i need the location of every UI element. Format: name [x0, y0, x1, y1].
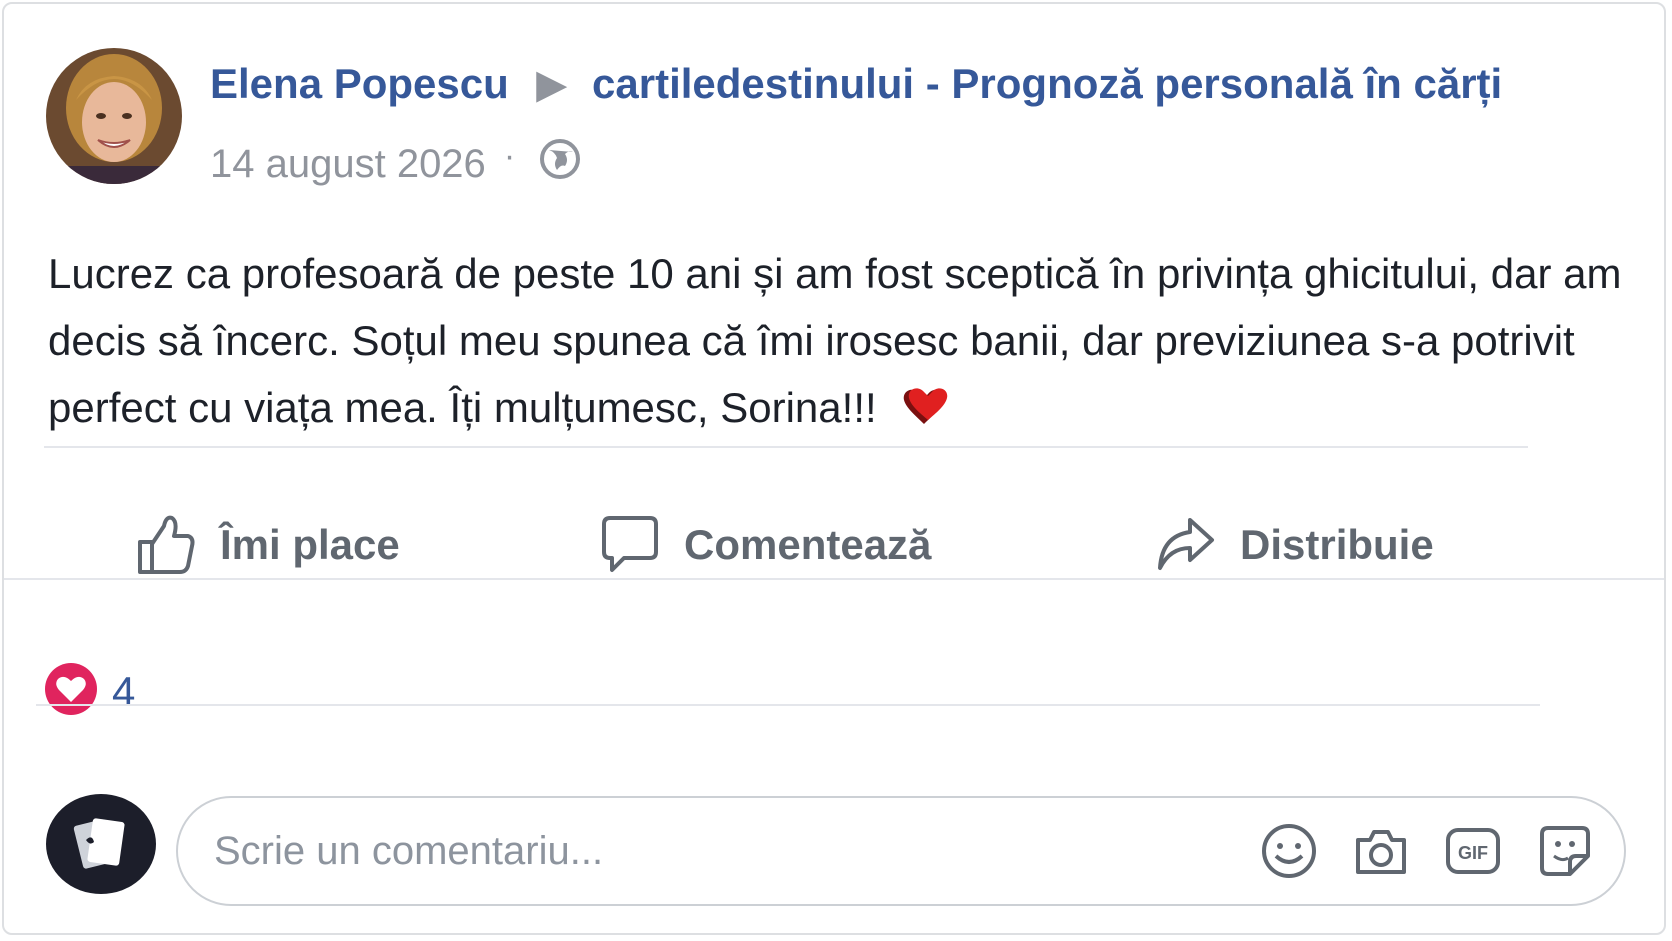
like-label: Îmi place	[220, 521, 400, 568]
emoji-icon[interactable]	[1260, 822, 1318, 880]
post-header: Elena Popescu ▶ cartiledestinului - Prog…	[210, 60, 1502, 108]
divider	[36, 704, 1540, 706]
comment-composer: GIF	[176, 796, 1626, 906]
comment-label: Comentează	[684, 521, 932, 568]
share-arrow-icon	[1158, 518, 1214, 570]
divider	[44, 446, 1528, 448]
svg-text:GIF: GIF	[1458, 843, 1488, 863]
globe-icon[interactable]	[539, 138, 581, 190]
post-text: Lucrez ca profesoară de peste 10 ani și …	[48, 250, 1622, 431]
like-button[interactable]: Îmi place	[136, 514, 400, 576]
shared-to-arrow: ▶	[536, 63, 567, 106]
comment-button[interactable]: Comentează	[600, 514, 931, 576]
thumbs-up-icon	[138, 515, 195, 574]
author-name-link[interactable]: Elena Popescu	[210, 60, 509, 108]
comment-bubble-icon	[602, 516, 658, 572]
sticker-icon[interactable]	[1536, 822, 1594, 880]
post-body: Lucrez ca profesoară de peste 10 ani și …	[48, 240, 1648, 449]
meta-separator: ·	[503, 136, 516, 175]
reaction-count: 4	[112, 667, 136, 715]
share-button[interactable]: Distribuie	[1156, 514, 1434, 576]
post-card: Elena Popescu ▶ cartiledestinului - Prog…	[2, 2, 1666, 935]
composer-icons: GIF	[1260, 822, 1594, 880]
heart-emoji-icon	[902, 382, 952, 449]
author-avatar[interactable]	[46, 48, 182, 184]
post-meta: 14 august 2026 ·	[210, 136, 581, 190]
post-date-link[interactable]: 14 august 2026	[210, 142, 486, 187]
reactions-summary[interactable]: 4	[44, 662, 135, 721]
comment-input[interactable]	[212, 827, 1176, 875]
heart-reaction-icon	[44, 662, 98, 721]
gif-icon[interactable]: GIF	[1444, 822, 1502, 880]
page-name-link[interactable]: cartiledestinului - Prognoză personală î…	[592, 60, 1502, 108]
commenter-avatar[interactable]	[46, 794, 156, 894]
divider	[4, 578, 1664, 580]
share-label: Distribuie	[1240, 521, 1434, 568]
camera-icon[interactable]	[1352, 822, 1410, 880]
